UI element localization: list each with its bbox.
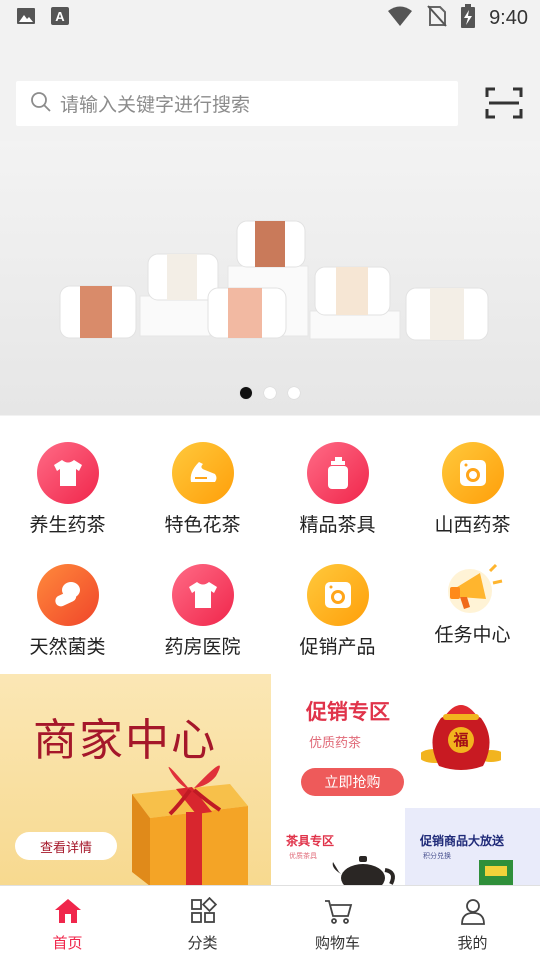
gallery-icon — [16, 6, 36, 30]
svg-text:A: A — [55, 9, 65, 24]
search-placeholder: 请输入关键字进行搜索 — [60, 94, 251, 116]
category-yangsheng[interactable]: 养生药茶 — [0, 442, 135, 537]
merchant-center-banner[interactable]: 商家中心 查看详情 — [0, 674, 271, 886]
nav-mine[interactable]: 我的 — [405, 886, 540, 961]
category-junlei[interactable]: 天然菌类 — [0, 564, 135, 659]
tshirt-icon — [171, 564, 234, 626]
category-shanxi[interactable]: 山西药茶 — [405, 442, 540, 537]
search-bar[interactable]: 请输入关键字进行搜索 — [16, 81, 458, 126]
banner-image — [0, 141, 540, 415]
category-chaju[interactable]: 精品茶具 — [270, 442, 405, 537]
bottle-icon — [306, 442, 369, 504]
washer-icon — [306, 564, 369, 626]
category-yaofang[interactable]: 药房医院 — [135, 564, 270, 659]
sale-title: 促销专区 — [306, 700, 390, 724]
user-icon — [459, 897, 487, 929]
carousel-dot[interactable] — [288, 387, 300, 399]
banner-carousel[interactable] — [0, 141, 540, 415]
grid-icon — [189, 896, 217, 929]
battery-charging-icon — [461, 4, 476, 32]
tshirt-icon — [36, 442, 99, 504]
sale-subtitle: 优质药茶 — [309, 736, 362, 751]
search-icon — [30, 91, 52, 117]
no-sim-icon — [427, 5, 447, 31]
category-renwu[interactable]: 任务中心 — [405, 558, 540, 647]
teapot-image — [332, 856, 395, 886]
nav-home[interactable]: 首页 — [0, 886, 135, 961]
category-huacha[interactable]: 特色花茶 — [135, 442, 270, 537]
giveaway-banner[interactable]: 促销商品大放送 积分兑换 — [405, 808, 540, 886]
carousel-dot[interactable] — [264, 387, 276, 399]
view-details-button[interactable]: 查看详情 — [15, 832, 117, 860]
buy-now-button[interactable]: 立即抢购 — [301, 768, 404, 796]
tea-set-zone-banner[interactable]: 茶具专区 优质茶具 — [271, 808, 405, 886]
carousel-indicator — [0, 387, 540, 399]
sale-zone-banner[interactable]: 促销专区 优质药茶 立即抢购 福 — [271, 674, 540, 808]
nav-category[interactable]: 分类 — [135, 886, 270, 961]
scan-icon[interactable] — [485, 86, 523, 120]
carousel-dot[interactable] — [240, 387, 252, 399]
lucky-bag-image: 福 — [421, 692, 501, 772]
font-a-icon: A — [50, 6, 70, 30]
category-grid: 养生药茶 特色花茶 精品茶具 山西药茶 天然菌类 药房医院 促销产品 任务中心 — [0, 416, 540, 674]
bag-character: 福 — [453, 731, 469, 749]
vegetable-icon — [36, 564, 99, 626]
clock: 9:40 — [489, 6, 528, 29]
nav-cart[interactable]: 购物车 — [270, 886, 405, 961]
washer-icon — [441, 442, 504, 504]
home-icon — [53, 897, 83, 929]
product-box-image — [479, 860, 513, 886]
sneaker-icon — [171, 442, 234, 504]
bottom-nav: 首页 分类 购物车 我的 — [0, 885, 540, 961]
megaphone-icon — [438, 558, 508, 620]
status-bar: A 9:40 — [0, 0, 540, 36]
gift-box-image — [132, 765, 248, 886]
wifi-icon — [387, 5, 413, 31]
category-cuxiao[interactable]: 促销产品 — [270, 564, 405, 659]
cart-icon — [323, 897, 353, 929]
